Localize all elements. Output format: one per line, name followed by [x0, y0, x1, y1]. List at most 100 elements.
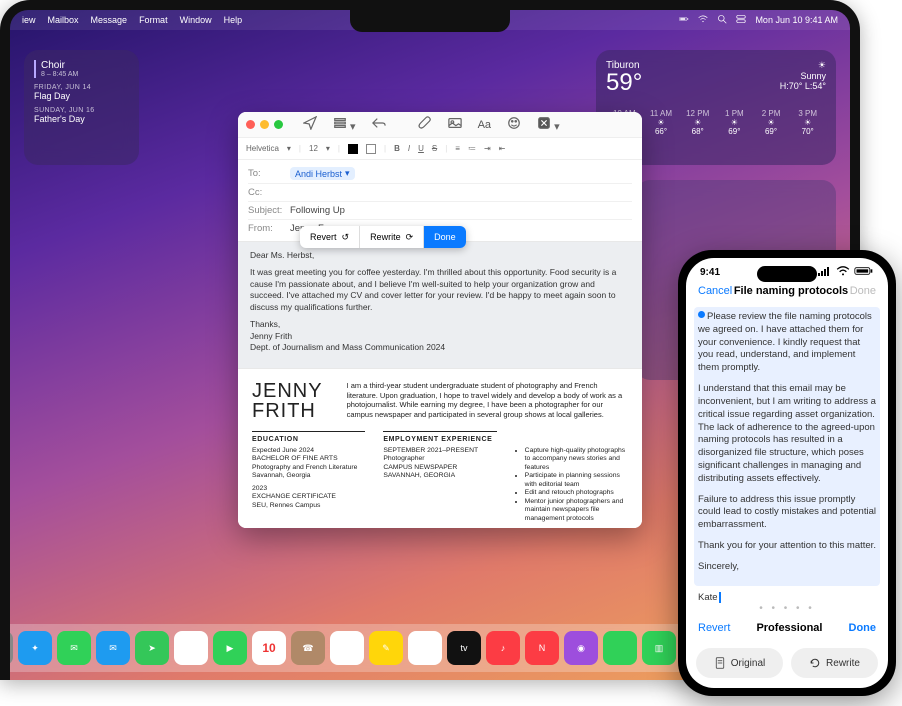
zoom-button[interactable]	[274, 120, 283, 129]
education-item: 2023 EXCHANGE CERTIFICATE SEU, Rennes Ca…	[252, 485, 365, 510]
hourly-forecast: 12 PM☀︎68°	[679, 109, 716, 136]
align-icon[interactable]: ≡	[455, 144, 460, 153]
send-icon[interactable]	[303, 116, 317, 133]
recipient-chip[interactable]: Andi Herbst▾	[290, 167, 355, 180]
menu-window[interactable]: Window	[180, 15, 212, 25]
dock-maps[interactable]: ➤	[135, 631, 169, 665]
writing-tools-icon[interactable]: ▾	[537, 116, 560, 133]
email-body[interactable]: Dear Ms. Herbst, It was great meeting yo…	[238, 241, 642, 368]
note-sincerely: Sincerely,	[698, 561, 876, 574]
photo-icon[interactable]	[448, 116, 462, 133]
revert-button[interactable]: Revert	[698, 622, 730, 634]
hourly-forecast: 1 PM☀︎69°	[716, 109, 753, 136]
calendar-widget[interactable]: Choir 8 – 8:45 AM FRIDAY, JUN 14 Flag Da…	[24, 50, 139, 165]
text-color-icon[interactable]	[348, 144, 358, 154]
indent-icon[interactable]: ⇥	[484, 144, 491, 153]
font-size[interactable]: 12	[309, 144, 318, 153]
dock-appstore-alt[interactable]	[603, 631, 637, 665]
dock-news[interactable]: N	[525, 631, 559, 665]
dock-messages[interactable]: ✉	[57, 631, 91, 665]
employment-bullets: Capture high-quality photographs to acco…	[515, 447, 628, 523]
dock-tv[interactable]: tv	[447, 631, 481, 665]
attach-icon[interactable]	[418, 116, 432, 133]
bullet-item: Mentor junior photographers and maintain…	[525, 498, 628, 523]
document-icon	[714, 657, 726, 669]
strike-button[interactable]: S	[432, 144, 437, 153]
minimize-button[interactable]	[260, 120, 269, 129]
cancel-button[interactable]: Cancel	[698, 285, 732, 297]
italic-button[interactable]: I	[408, 144, 410, 153]
outdent-icon[interactable]: ⇤	[499, 144, 506, 153]
dock-freeform[interactable]: ✐	[408, 631, 442, 665]
rewrite-button[interactable]: Rewrite	[791, 648, 878, 678]
action-row: Original Rewrite	[686, 642, 888, 688]
revert-button[interactable]: Revert ↺	[300, 226, 360, 248]
calendar-day2-event: Father's Day	[34, 114, 129, 124]
close-button[interactable]	[246, 120, 255, 129]
menu-message[interactable]: Message	[91, 15, 128, 25]
menu-format[interactable]: Format	[139, 15, 168, 25]
menu-mailbox[interactable]: Mailbox	[48, 15, 79, 25]
original-button[interactable]: Original	[696, 648, 783, 678]
selection-handle-start[interactable]	[698, 311, 705, 318]
format-icon[interactable]: Aa	[478, 119, 491, 131]
control-center-icon[interactable]	[736, 14, 746, 26]
font-select[interactable]: Helvetica	[246, 144, 279, 153]
body-greeting: Dear Ms. Herbst,	[250, 250, 630, 261]
dock-contacts[interactable]: ☎	[291, 631, 325, 665]
dynamic-island	[757, 266, 817, 282]
list-icon[interactable]: ≔	[468, 144, 476, 153]
from-label: From:	[248, 223, 290, 234]
calendar-day1-event: Flag Day	[34, 91, 129, 101]
iphone-frame: 9:41 Cancel File naming protocols Done P…	[678, 250, 896, 696]
subject-field[interactable]: Following Up	[290, 205, 345, 216]
battery-icon	[679, 14, 689, 26]
status-time: 9:41	[700, 267, 720, 278]
undo-icon: ↺	[342, 232, 350, 243]
dock-podcasts[interactable]: ◉	[564, 631, 598, 665]
cellular-icon	[818, 266, 832, 279]
dock-calendar[interactable]: 10	[252, 631, 286, 665]
calendar-event-title: Choir	[41, 60, 129, 71]
calendar-day2-label: SUNDAY, JUN 16	[34, 107, 129, 114]
tone-mode: Professional	[756, 622, 822, 634]
battery-icon	[854, 266, 874, 279]
education-item: Expected June 2024 BACHELOR OF FINE ARTS…	[252, 447, 365, 481]
rewrite-button[interactable]: Rewrite ⟳	[360, 226, 424, 248]
menu-help[interactable]: Help	[224, 15, 243, 25]
cycle-icon: ⟳	[406, 232, 414, 243]
bg-color-icon[interactable]	[366, 144, 376, 154]
cycle-icon	[809, 657, 821, 669]
body-thanks: Thanks,	[250, 319, 280, 329]
traffic-lights[interactable]	[246, 120, 283, 129]
bold-button[interactable]: B	[394, 144, 400, 153]
bullet-item: Participate in planning sessions with ed…	[525, 472, 628, 489]
dock-music[interactable]: ♪	[486, 631, 520, 665]
nav-done-button[interactable]: Done	[850, 285, 876, 297]
note-body[interactable]: Please review the file naming protocols …	[686, 303, 888, 603]
dock-mail[interactable]: ✉	[96, 631, 130, 665]
done-button[interactable]: Done	[849, 622, 877, 634]
emoji-icon[interactable]	[507, 116, 521, 133]
mail-compose-window: ▾ Aa ▾ Helvetica▾ | 12▾ | | B	[238, 112, 642, 528]
format-bar[interactable]: Helvetica▾ | 12▾ | | B I U S | ≡ ≔ ⇥ ⇤	[238, 138, 642, 160]
dock-facetime[interactable]: ▶	[213, 631, 247, 665]
dock-notes[interactable]: ✎	[369, 631, 403, 665]
done-button[interactable]: Done	[424, 226, 466, 248]
reply-icon[interactable]	[372, 116, 386, 133]
nav-title: File naming protocols	[734, 285, 848, 297]
dock-photos[interactable]: ✿	[174, 631, 208, 665]
calendar-day1-label: FRIDAY, JUN 14	[34, 84, 129, 91]
menu-iew[interactable]: iew	[22, 15, 36, 25]
dock-numbers[interactable]: ▥	[642, 631, 676, 665]
underline-button[interactable]: U	[418, 144, 424, 153]
menubar-datetime[interactable]: Mon Jun 10 9:41 AM	[755, 15, 838, 25]
dock-reminders[interactable]: ≣	[330, 631, 364, 665]
dock-safari[interactable]: ✦	[18, 631, 52, 665]
header-menu-icon[interactable]: ▾	[333, 116, 356, 133]
calendar-event-time: 8 – 8:45 AM	[41, 71, 129, 78]
window-titlebar[interactable]: ▾ Aa ▾	[238, 112, 642, 138]
search-icon[interactable]	[717, 14, 727, 26]
dock-launchpad[interactable]	[10, 631, 13, 665]
chevron-down-icon[interactable]: ▾	[345, 168, 350, 179]
